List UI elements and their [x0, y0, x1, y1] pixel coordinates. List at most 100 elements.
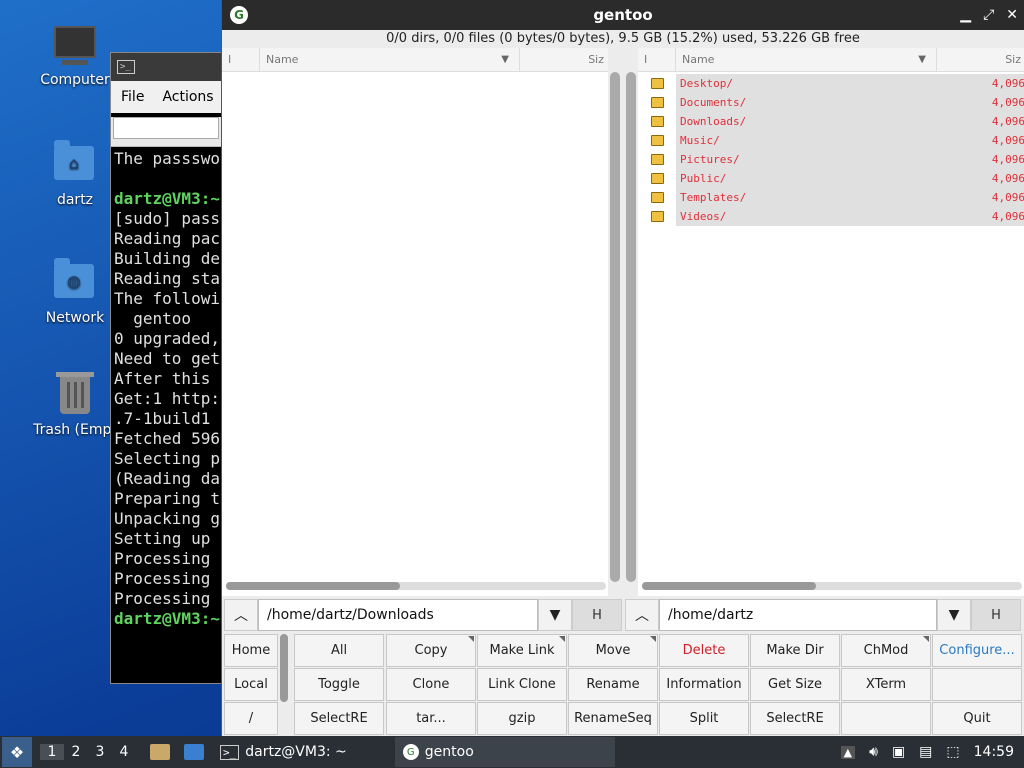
column-name[interactable]: Name ▼: [676, 48, 937, 71]
volume-icon[interactable]: 🔊︎: [869, 744, 878, 760]
local-button[interactable]: Local: [224, 668, 278, 701]
maximize-icon[interactable]: ⤢: [983, 7, 994, 23]
terminal-line: Get:1 http:: [114, 389, 220, 408]
file-row[interactable]: Pictures/4,096: [638, 150, 1024, 169]
gzip-button[interactable]: gzip: [477, 702, 567, 735]
get-size-button[interactable]: Get Size: [750, 668, 840, 701]
make-link-button[interactable]: Make Link: [477, 634, 567, 667]
file-row[interactable]: Public/4,096: [638, 169, 1024, 188]
chmod-button[interactable]: ChMod: [841, 634, 931, 667]
select-all-button[interactable]: All: [294, 634, 384, 667]
column-size[interactable]: Siz: [520, 48, 608, 71]
terminal-window[interactable]: >_ File Actions The passswo dartz@VM3:~ [s…: [110, 52, 222, 684]
path-history-dropdown[interactable]: ▼: [538, 599, 572, 631]
terminal-line: Reading sta: [114, 269, 220, 288]
right-vscrollbar[interactable]: [626, 72, 636, 582]
hide-toggle-button[interactable]: H: [572, 599, 622, 631]
gentoo-window[interactable]: G gentoo ▁ ⤢ ✕ 0/0 dirs, 0/0 files (0 by…: [221, 0, 1024, 736]
information-button[interactable]: Information: [659, 668, 749, 701]
path-history-dropdown[interactable]: ▼: [937, 599, 971, 631]
terminal-output[interactable]: The passswo dartz@VM3:~ [sudo] pass Reading…: [111, 147, 221, 631]
move-button[interactable]: Move: [568, 634, 658, 667]
empty-button[interactable]: [932, 668, 1022, 701]
quit-button[interactable]: Quit: [932, 702, 1022, 735]
right-hscrollbar[interactable]: [642, 582, 1022, 590]
task-gentoo[interactable]: G gentoo: [394, 737, 615, 767]
empty-button[interactable]: [841, 702, 931, 735]
file-size: 4,096: [937, 169, 1024, 188]
xterm-button[interactable]: XTerm: [841, 668, 931, 701]
selectre-button[interactable]: SelectRE: [750, 702, 840, 735]
toggle-button[interactable]: Toggle: [294, 668, 384, 701]
tray-arrow-icon[interactable]: ▲: [840, 745, 856, 759]
column-name[interactable]: Name ▼: [260, 48, 520, 71]
terminal-line: The passswo: [114, 149, 220, 168]
workspace-1[interactable]: 1: [40, 744, 64, 760]
minimize-icon[interactable]: ▁: [960, 7, 971, 23]
left-vscrollbar[interactable]: [610, 72, 620, 582]
network-icon[interactable]: ▣: [892, 744, 905, 760]
left-path-input[interactable]: /home/dartz/Downloads: [258, 599, 538, 631]
file-name: Downloads/: [676, 112, 937, 131]
gentoo-logo-icon: G: [402, 744, 419, 760]
start-menu-icon[interactable]: ❖: [2, 737, 32, 767]
menu-actions[interactable]: Actions: [162, 89, 213, 105]
clipboard-icon[interactable]: ▤: [919, 744, 932, 760]
show-desktop-icon[interactable]: [184, 744, 204, 760]
file-row[interactable]: Desktop/4,096: [638, 74, 1024, 93]
file-size: 4,096: [937, 74, 1024, 93]
configure-button[interactable]: Configure...: [932, 634, 1022, 667]
copy-button[interactable]: Copy: [386, 634, 476, 667]
menu-file[interactable]: File: [121, 89, 144, 105]
status-line: 0/0 dirs, 0/0 files (0 bytes/0 bytes), 9…: [386, 31, 860, 46]
parent-dir-button[interactable]: ︿: [625, 599, 659, 631]
task-terminal[interactable]: >_ dartz@VM3: ~: [212, 737, 355, 767]
parent-dir-button[interactable]: ︿: [224, 599, 258, 631]
gentoo-titlebar[interactable]: G gentoo ▁ ⤢ ✕: [222, 0, 1024, 30]
system-tray: ▲ 🔊︎ ▣ ▤ ⬚ 14:59: [840, 744, 1024, 760]
right-path-input[interactable]: /home/dartz: [659, 599, 937, 631]
split-button[interactable]: Split: [659, 702, 749, 735]
file-row[interactable]: Templates/4,096: [638, 188, 1024, 207]
right-pane[interactable]: I Name ▼ Siz Desktop/4,096 Documents/4,096…: [638, 48, 1024, 596]
file-row[interactable]: Documents/4,096: [638, 93, 1024, 112]
left-hscrollbar[interactable]: [226, 582, 606, 590]
task-label: dartz@VM3: ~: [245, 744, 347, 760]
delete-button[interactable]: Delete: [659, 634, 749, 667]
clone-button[interactable]: Clone: [386, 668, 476, 701]
clock[interactable]: 14:59: [974, 744, 1014, 760]
file-manager-launcher-icon[interactable]: [150, 744, 170, 760]
workspace-3[interactable]: 3: [88, 744, 112, 760]
left-pane[interactable]: I Name ▼ Siz: [222, 48, 608, 596]
column-icon[interactable]: I: [638, 48, 676, 71]
make-dir-button[interactable]: Make Dir: [750, 634, 840, 667]
file-name: Videos/: [676, 207, 937, 226]
renameseq-button[interactable]: RenameSeq: [568, 702, 658, 735]
updates-icon[interactable]: ⬚: [946, 744, 959, 760]
file-row[interactable]: Music/4,096: [638, 131, 1024, 150]
column-icon[interactable]: I: [222, 48, 260, 71]
close-icon[interactable]: ✕: [1006, 7, 1018, 23]
column-size[interactable]: Siz: [937, 48, 1024, 71]
workspace-4[interactable]: 4: [112, 744, 136, 760]
workspace-2[interactable]: 2: [64, 744, 88, 760]
left-path-bar: ︿ /home/dartz/Downloads ▼ H: [224, 598, 622, 632]
file-name: Desktop/: [676, 74, 937, 93]
file-row[interactable]: Downloads/4,096: [638, 112, 1024, 131]
tar-button[interactable]: tar...: [386, 702, 476, 735]
action-button-grid: Home Local / All Toggle SelectRE Copy Cl…: [222, 632, 1024, 735]
hide-toggle-button[interactable]: H: [971, 599, 1021, 631]
terminal-titlebar[interactable]: >_: [111, 53, 221, 81]
terminal-line: Unpacking g: [114, 509, 220, 528]
link-clone-button[interactable]: Link Clone: [477, 668, 567, 701]
rename-button[interactable]: Rename: [568, 668, 658, 701]
home-button[interactable]: Home: [224, 634, 278, 667]
file-row[interactable]: Videos/4,096: [638, 207, 1024, 226]
file-size: 4,096: [937, 188, 1024, 207]
root-button[interactable]: /: [224, 702, 278, 735]
sort-arrow-icon: ▼: [501, 54, 509, 65]
selectre-button[interactable]: SelectRE: [294, 702, 384, 735]
terminal-line: Processing: [114, 589, 220, 608]
file-size: 4,096: [937, 112, 1024, 131]
network-folder-icon: ◍: [54, 258, 96, 306]
